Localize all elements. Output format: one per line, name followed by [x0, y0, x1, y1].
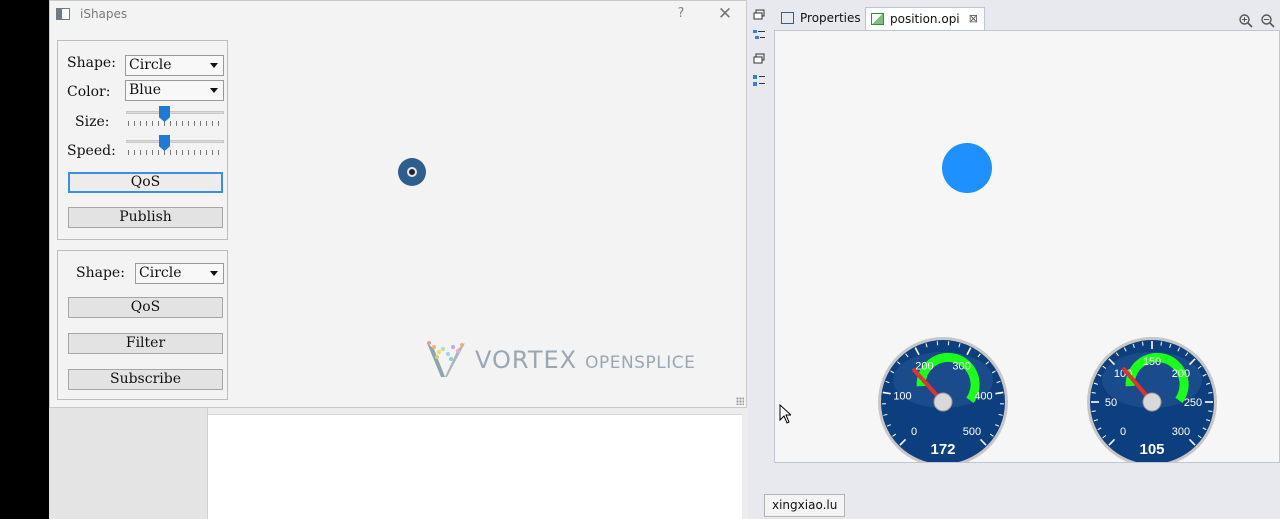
opi-canvas[interactable]: 0 100 200 300 400 500 172 0 50 100 150 200 250 300 10… — [774, 30, 1280, 463]
palette-view-icon[interactable] — [753, 75, 765, 87]
gauge-tick-label: 50 — [1105, 397, 1117, 409]
color-label: Color: — [67, 84, 111, 100]
tab-position-label: position.opi — [890, 12, 960, 26]
gauge-hub — [933, 392, 953, 412]
editor-area: Properties position.opi ⊠ 0 100 200 300 400 5… — [770, 0, 1280, 519]
gauge-tick-label: 300 — [952, 360, 970, 372]
shape-select-value: Circle — [129, 57, 172, 73]
publisher-qos-button[interactable]: QoS — [68, 172, 223, 193]
subscriber-group: Shape: Circle QoS Filter Subscribe — [57, 250, 228, 400]
shape-label: Shape: — [67, 55, 116, 71]
help-button[interactable]: ? — [674, 6, 688, 21]
background-panel — [49, 408, 208, 519]
subscriber-qos-button[interactable]: QoS — [68, 297, 223, 318]
gauge-tick-label: 500 — [963, 426, 981, 438]
properties-icon — [781, 12, 794, 24]
publisher-group: Shape: Circle Color: Blue Size: Speed: Q… — [57, 40, 228, 240]
zoom-in-icon[interactable] — [1239, 14, 1253, 28]
chevron-down-icon — [210, 88, 218, 93]
gauge-tick — [1160, 341, 1163, 346]
published-circle-shape[interactable] — [398, 158, 426, 186]
mouse-cursor-icon — [779, 404, 791, 424]
slider-ticks — [128, 121, 222, 126]
close-button[interactable]: ✕ — [716, 4, 734, 24]
gauge-tick-label: 100 — [893, 391, 911, 403]
gauge-tick — [1091, 410, 1096, 413]
ishapes-window: iShapes ? ✕ Shape: Circle Color: Blue Si… — [49, 0, 747, 408]
gauge-tick-label: 150 — [1143, 356, 1161, 368]
title-bar[interactable]: iShapes ? ✕ — [50, 1, 746, 29]
gauge-tick — [1141, 341, 1144, 346]
gauge-hub — [1142, 392, 1162, 412]
outline-view-icon[interactable] — [753, 29, 765, 41]
subscriber-shape-select[interactable]: Circle — [135, 263, 224, 284]
background-editor — [208, 414, 742, 519]
size-slider[interactable] — [126, 106, 224, 131]
vortex-wordmark: VORTEX OPENSPLICE — [475, 346, 695, 374]
speed-slider[interactable] — [126, 135, 224, 160]
slider-ticks — [128, 150, 222, 155]
tab-position-opi[interactable]: position.opi ⊠ — [865, 7, 985, 30]
size-label: Size: — [75, 114, 110, 130]
tab-properties[interactable]: Properties — [776, 7, 864, 30]
gauge-tick-label: 400 — [974, 391, 992, 403]
slider-track — [126, 140, 224, 143]
gauge-1: 0 100 200 300 400 500 172 — [878, 337, 1008, 462]
vortex-logo-icon — [427, 341, 465, 377]
app-icon — [56, 8, 70, 20]
shape-select[interactable]: Circle — [125, 55, 224, 76]
gauge-tick — [1208, 391, 1213, 394]
zoom-out-icon[interactable] — [1261, 14, 1275, 28]
slider-handle[interactable] — [159, 106, 170, 122]
shape-center — [407, 167, 417, 177]
subscriber-shape-value: Circle — [139, 265, 182, 281]
color-select-value: Blue — [129, 82, 162, 98]
brand-name: VORTEX — [475, 346, 578, 374]
gauge-tick — [1208, 410, 1213, 413]
subscriber-shape-label: Shape: — [76, 265, 125, 281]
restore-icon[interactable] — [753, 53, 765, 65]
close-tab-icon[interactable]: ⊠ — [969, 8, 978, 30]
gauge-readout: 172 — [930, 441, 955, 458]
slider-handle[interactable] — [159, 135, 170, 151]
side-toolbar — [748, 0, 770, 519]
editor-tab-bar: Properties position.opi ⊠ — [774, 5, 1280, 30]
subscribe-button[interactable]: Subscribe — [68, 369, 223, 390]
gauge-tick-label: 300 — [1172, 426, 1190, 438]
user-status-chip[interactable]: xingxiao.lu — [764, 494, 846, 517]
publish-button[interactable]: Publish — [68, 207, 223, 228]
resize-grip-icon[interactable] — [736, 397, 744, 405]
position-circle-widget[interactable] — [942, 143, 992, 193]
speed-label: Speed: — [67, 143, 116, 159]
gauge-2: 050100150200250300105 — [1087, 337, 1217, 462]
product-name: OPENSPLICE — [585, 353, 696, 373]
gauge-tick-label: 0 — [911, 426, 917, 438]
opi-file-icon — [871, 13, 884, 25]
chevron-down-icon — [210, 271, 218, 276]
window-title: iShapes — [80, 7, 128, 21]
restore-icon[interactable] — [753, 9, 765, 21]
slider-track — [126, 111, 224, 114]
gauge-tick-label: 200 — [915, 360, 933, 372]
filter-button[interactable]: Filter — [68, 333, 223, 354]
color-select[interactable]: Blue — [125, 80, 224, 101]
gauge-tick-label: 0 — [1120, 426, 1126, 438]
gauge-tick-label: 200 — [1172, 368, 1190, 380]
tab-properties-label: Properties — [800, 11, 861, 25]
gauge-tick-label: 250 — [1184, 397, 1202, 409]
gauge-readout: 105 — [1139, 441, 1164, 458]
gauge-tick — [1091, 391, 1096, 394]
chevron-down-icon — [210, 63, 218, 68]
